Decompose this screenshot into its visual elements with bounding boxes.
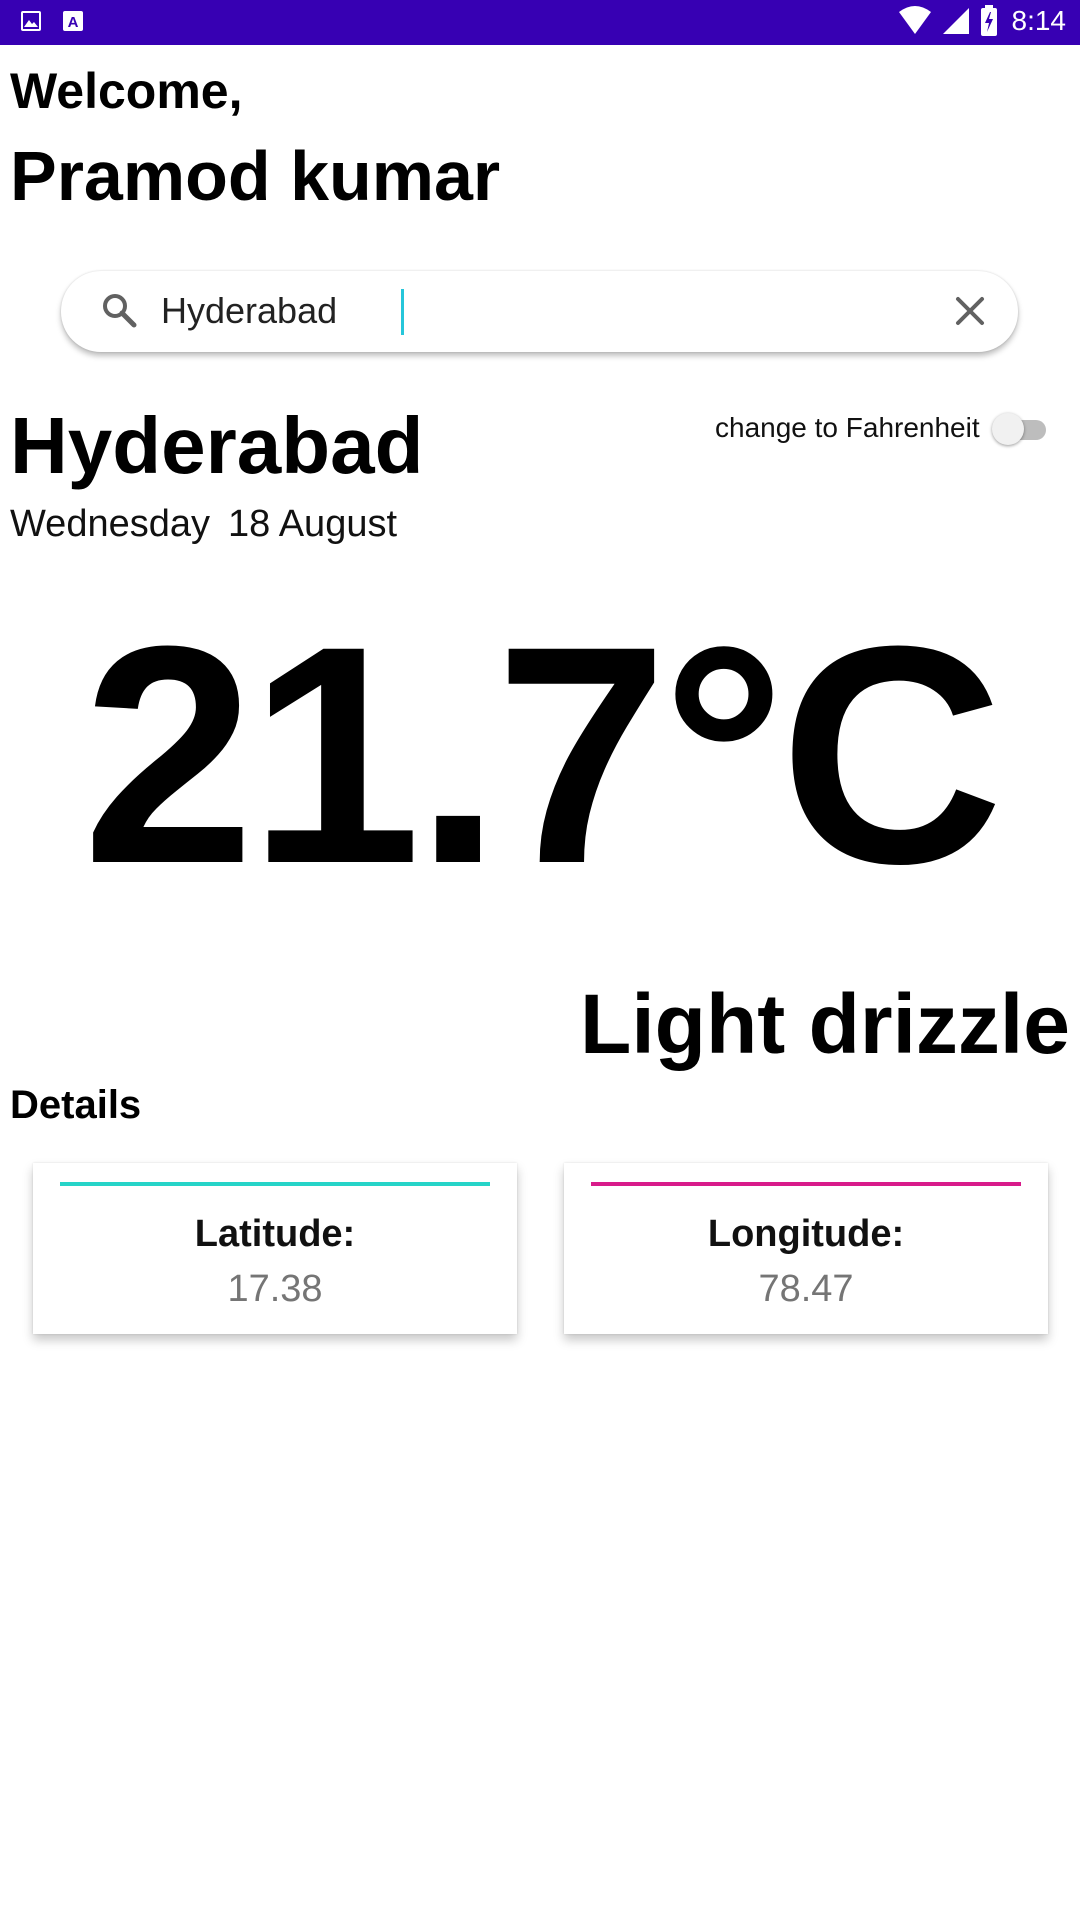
user-name: Pramod kumar bbox=[10, 137, 501, 215]
longitude-accent-bar bbox=[591, 1182, 1021, 1186]
svg-text:A: A bbox=[68, 14, 79, 31]
app-screen: A 8:14 Welcome, Pramod kumar Hyderabad H… bbox=[0, 0, 1080, 1920]
latitude-accent-bar bbox=[60, 1182, 490, 1186]
search-bar[interactable] bbox=[61, 271, 1018, 352]
status-time: 8:14 bbox=[1011, 5, 1067, 36]
unit-toggle-label: change to Fahrenheit bbox=[715, 412, 980, 443]
toggle-thumb bbox=[992, 413, 1024, 445]
search-input[interactable] bbox=[161, 285, 881, 337]
longitude-label: Longitude: bbox=[707, 1213, 905, 1255]
wifi-icon bbox=[898, 6, 932, 36]
fahrenheit-toggle-switch[interactable] bbox=[992, 412, 1052, 446]
status-bar: A 8:14 bbox=[0, 0, 1080, 45]
status-right: 8:14 bbox=[898, 5, 1067, 37]
day-label: Wednesday bbox=[10, 503, 210, 545]
city-name: Hyderabad bbox=[10, 401, 424, 490]
close-icon[interactable] bbox=[954, 295, 986, 332]
date-label: 18 August bbox=[227, 503, 398, 545]
welcome-text: Welcome, bbox=[10, 63, 243, 119]
weather-condition: Light drizzle bbox=[580, 977, 1070, 1071]
search-icon bbox=[101, 292, 137, 333]
temperature-reading: 21.7°C bbox=[82, 581, 1003, 928]
text-a-icon: A bbox=[62, 10, 84, 32]
status-left: A bbox=[20, 10, 84, 32]
latitude-card: Latitude: 17.38 bbox=[33, 1163, 517, 1334]
longitude-value: 78.47 bbox=[758, 1268, 854, 1310]
latitude-label: Latitude: bbox=[194, 1213, 356, 1255]
details-heading: Details bbox=[10, 1083, 142, 1127]
latitude-value: 17.38 bbox=[227, 1268, 323, 1310]
longitude-card: Longitude: 78.47 bbox=[564, 1163, 1048, 1334]
battery-icon bbox=[980, 5, 998, 37]
signal-icon bbox=[942, 6, 970, 36]
date-text: Wednesday 18 August bbox=[10, 503, 397, 546]
gallery-icon bbox=[20, 10, 42, 32]
text-cursor bbox=[401, 289, 404, 335]
